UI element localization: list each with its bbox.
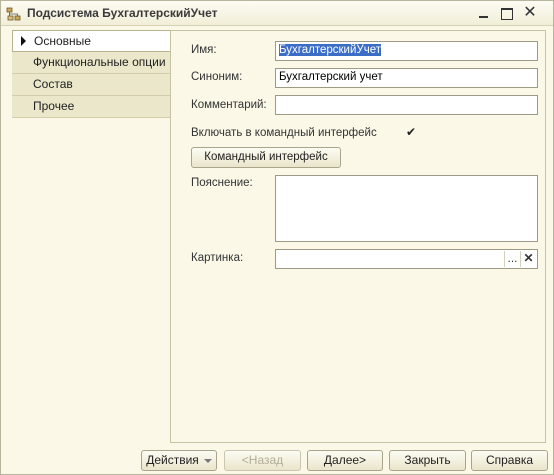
nav-item-label: Прочее (33, 99, 75, 113)
include-in-command-interface-checkbox[interactable]: ✔ (405, 126, 417, 139)
close-window-button[interactable]: ✕ (520, 4, 540, 22)
comment-label: Комментарий: (191, 99, 267, 111)
name-label: Имя: (191, 44, 217, 56)
nav-item-label: Состав (33, 77, 73, 91)
section-nav: Основные Функциональные опции Состав Про… (12, 30, 170, 118)
help-button[interactable]: Справка (471, 450, 548, 471)
picture-label: Картинка: (191, 252, 244, 264)
subsystem-icon (6, 7, 21, 21)
select-picture-button[interactable]: ... (504, 251, 520, 267)
window-title: Подсистема БухгалтерскийУчет (27, 6, 218, 20)
nav-item-label: Основные (34, 34, 91, 48)
actions-button-label: Действия (146, 453, 199, 467)
maximize-button[interactable] (496, 4, 516, 22)
main-panel: Имя: БухгалтерскийУчет Синоним: Бухгалте… (170, 30, 546, 443)
explanation-label: Пояснение: (191, 177, 253, 189)
actions-button[interactable]: Действия (141, 450, 217, 471)
clear-picture-icon[interactable]: ✕ (520, 251, 536, 267)
subsystem-window: Подсистема БухгалтерскийУчет ✕ Основные … (0, 0, 554, 475)
picture-field[interactable]: ... ✕ (275, 249, 538, 269)
title-bar: Подсистема БухгалтерскийУчет ✕ (1, 1, 553, 26)
synonym-field[interactable]: Бухгалтерский учет (275, 68, 538, 88)
command-interface-button[interactable]: Командный интерфейс (191, 147, 341, 168)
name-field-value: БухгалтерскийУчет (279, 44, 381, 56)
minimize-button[interactable] (474, 4, 494, 22)
name-field[interactable]: БухгалтерскийУчет (275, 41, 538, 61)
nav-item-other[interactable]: Прочее (12, 96, 170, 118)
next-button[interactable]: Далее> (307, 450, 383, 471)
current-section-arrow-icon (21, 36, 26, 46)
nav-item-content[interactable]: Состав (12, 74, 170, 96)
explanation-field[interactable] (275, 175, 538, 242)
synonym-label: Синоним: (191, 71, 243, 83)
nav-item-label: Функциональные опции (33, 55, 166, 69)
close-button[interactable]: Закрыть (389, 450, 466, 471)
nav-item-main[interactable]: Основные (12, 30, 170, 52)
dropdown-caret-icon (203, 458, 212, 463)
comment-field[interactable] (275, 95, 538, 115)
nav-item-functional-options[interactable]: Функциональные опции (12, 52, 170, 74)
back-button[interactable]: <Назад (224, 450, 301, 471)
include-in-command-interface-label: Включать в командный интерфейс (191, 127, 377, 139)
